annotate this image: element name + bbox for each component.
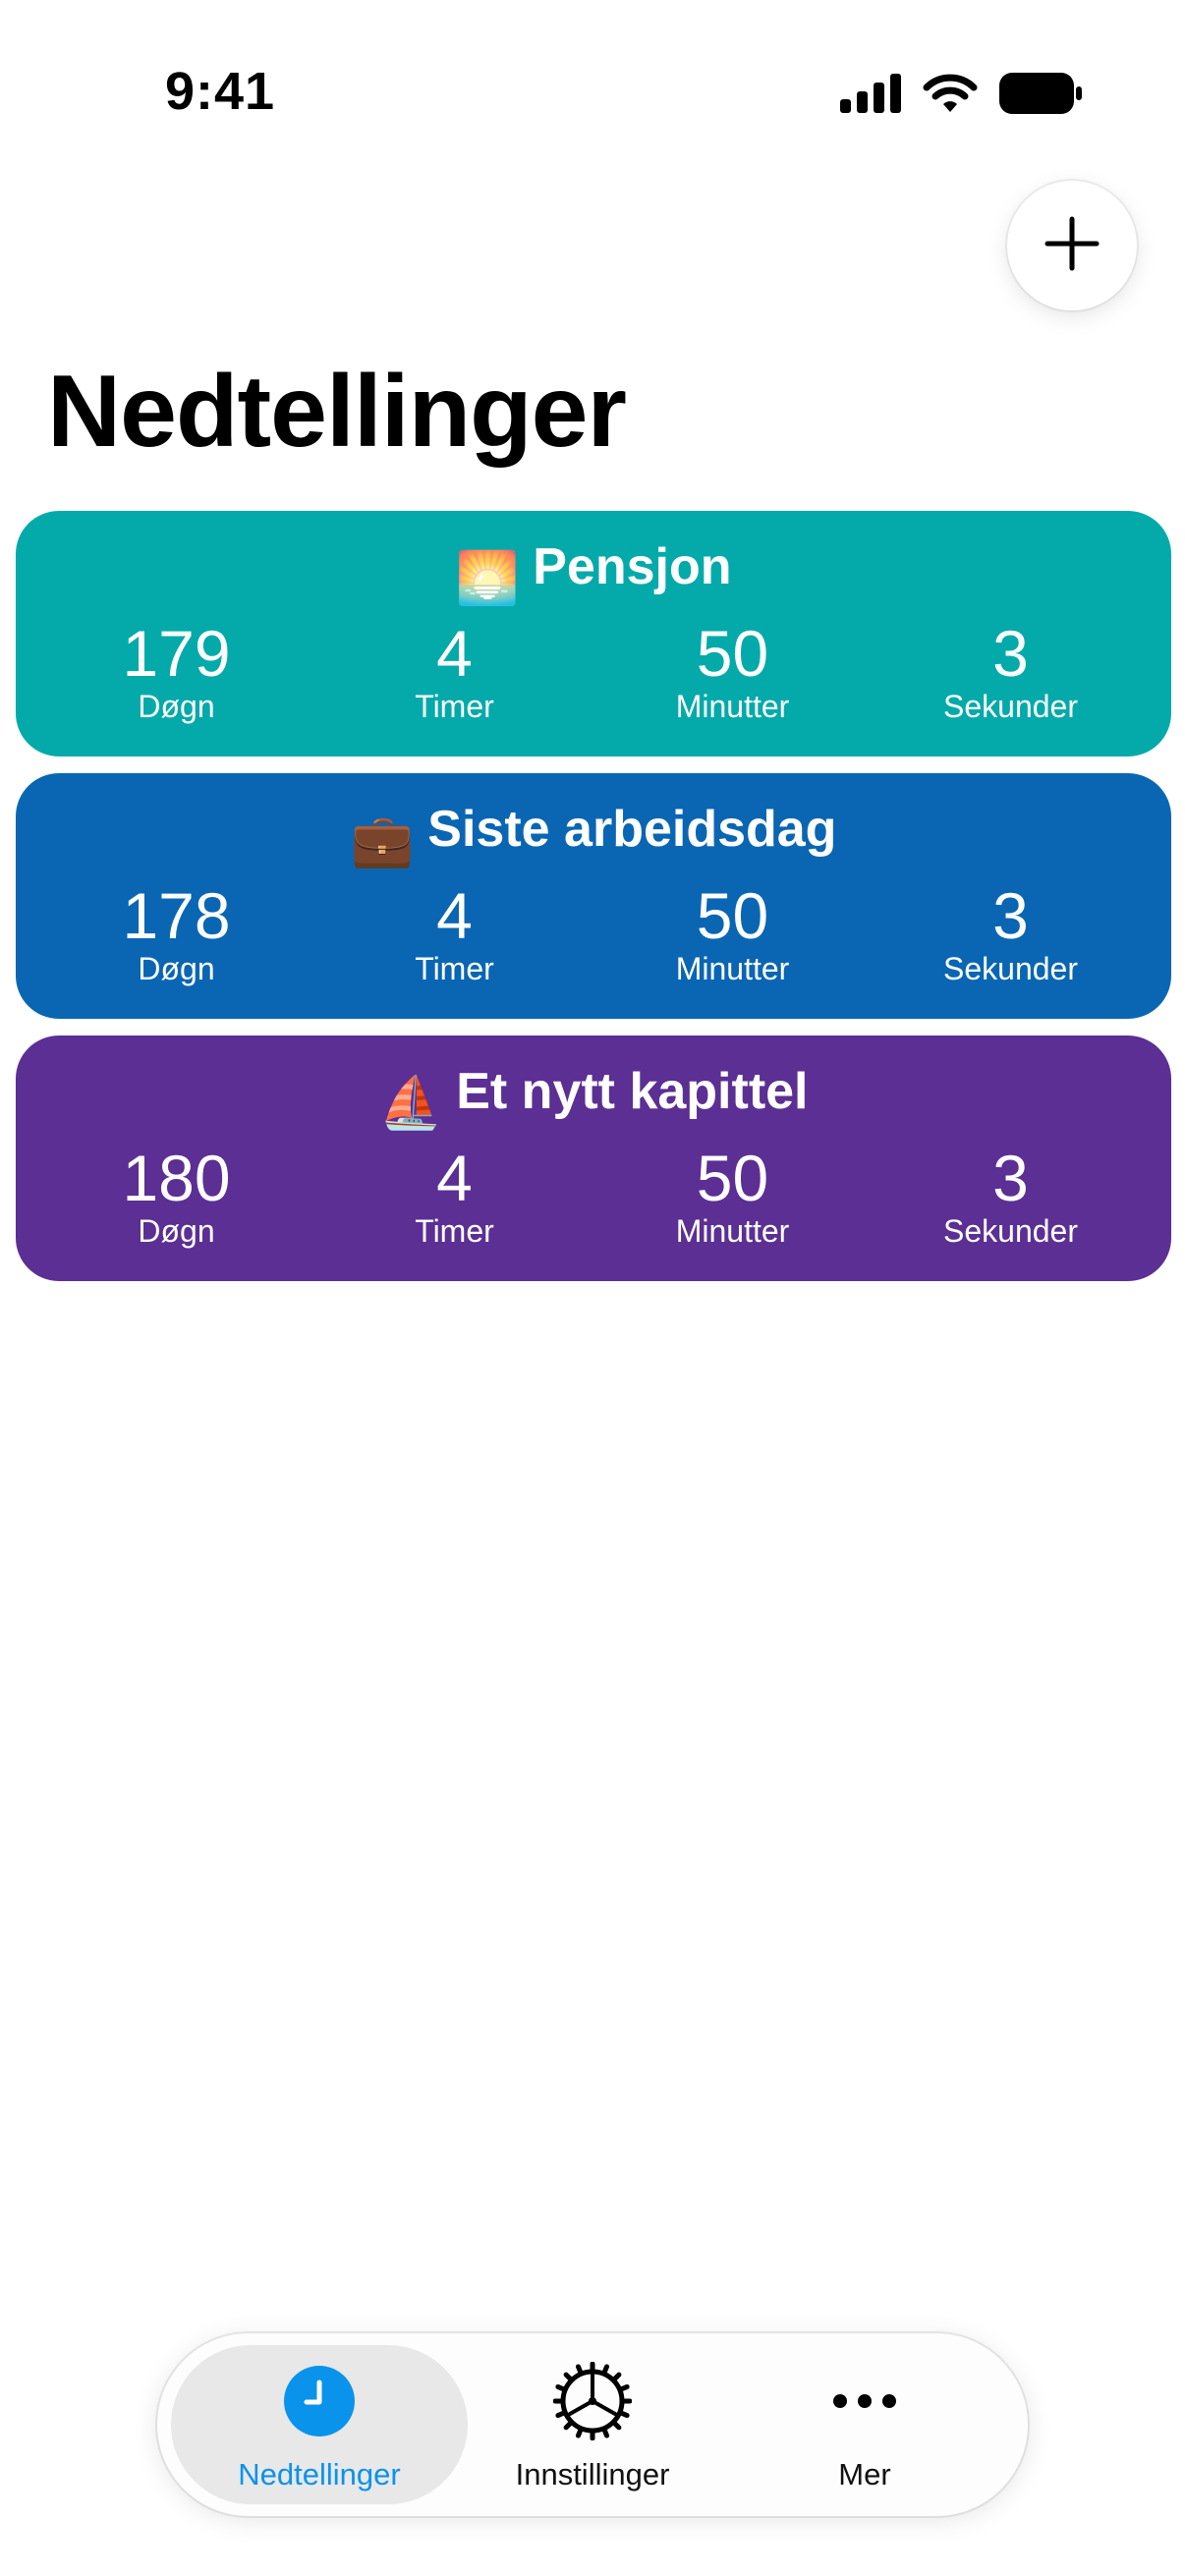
unit-value: 178 [122,879,231,952]
unit-hours: 4 Timer [315,1142,593,1252]
sailboat-icon: ⛵ [378,1075,443,1132]
sunrise-icon: 🌅 [455,550,520,607]
unit-label: Sekunder [943,1213,1078,1249]
unit-value: 3 [992,879,1029,952]
briefcase-icon: 💼 [350,812,415,869]
unit-value: 3 [992,1142,1029,1214]
unit-value: 4 [436,879,473,952]
unit-value: 50 [696,1142,769,1214]
countdown-title-text: Pensjon [533,538,732,595]
unit-label: Minutter [675,951,790,986]
unit-value: 180 [122,1142,231,1214]
plus-icon [1044,215,1100,277]
page-title: Nedtellinger [47,355,627,469]
countdown-card-pensjon[interactable]: 🌅 Pensjon 179 Døgn 4 Timer 50 Minutter 3 … [16,511,1171,756]
unit-value: 50 [696,879,769,952]
status-icons [840,73,1082,119]
add-countdown-button[interactable] [1007,181,1137,310]
unit-label: Sekunder [943,689,1078,724]
unit-days: 179 Døgn [16,617,315,727]
unit-hours: 4 Timer [315,879,593,989]
unit-value: 179 [122,617,231,690]
unit-label: Døgn [138,689,215,724]
tab-nedtellinger[interactable]: Nedtellinger [182,2363,457,2492]
tab-innstillinger[interactable]: Innstillinger [455,2362,730,2492]
unit-hours: 4 Timer [315,617,593,727]
tab-label: Mer [838,2457,891,2492]
countdown-units: 179 Døgn 4 Timer 50 Minutter 3 Sekunder [16,617,1171,727]
unit-value: 4 [436,617,473,690]
tab-bar: Nedtellinger Innstillinger Mer [157,2333,1028,2516]
countdown-card-et-nytt-kapittel[interactable]: ⛵ Et nytt kapittel 180 Døgn 4 Timer 50 Mi… [16,1036,1171,1281]
more-icon [727,2363,1002,2439]
countdown-title: ⛵ Et nytt kapittel [16,1059,1171,1136]
unit-seconds: 3 Sekunder [872,617,1171,727]
unit-seconds: 3 Sekunder [872,1142,1171,1252]
unit-value: 4 [436,1142,473,1214]
gear-icon [455,2362,730,2440]
countdown-units: 180 Døgn 4 Timer 50 Minutter 3 Sekunder [16,1142,1171,1252]
unit-label: Sekunder [943,951,1078,986]
unit-days: 178 Døgn [16,879,315,989]
unit-label: Døgn [138,1213,215,1249]
countdown-list: 🌅 Pensjon 179 Døgn 4 Timer 50 Minutter 3 … [16,511,1171,1298]
countdown-title-text: Siste arbeidsdag [427,801,837,858]
unit-label: Minutter [675,689,790,724]
countdown-title: 🌅 Pensjon [16,534,1171,611]
countdown-units: 178 Døgn 4 Timer 50 Minutter 3 Sekunder [16,879,1171,989]
unit-label: Timer [415,1213,494,1249]
unit-label: Timer [415,689,494,724]
unit-label: Minutter [675,1213,790,1249]
unit-minutes: 50 Minutter [593,617,872,727]
countdown-card-siste-arbeidsdag[interactable]: 💼 Siste arbeidsdag 178 Døgn 4 Timer 50 Mi… [16,773,1171,1019]
status-time: 9:41 [165,62,276,121]
countdown-title: 💼 Siste arbeidsdag [16,797,1171,873]
status-bar: 9:41 [0,0,1185,187]
tab-label: Innstillinger [515,2457,670,2492]
battery-icon [999,73,1082,119]
tab-mer[interactable]: Mer [727,2363,1002,2492]
cellular-signal-icon [840,74,901,118]
wifi-icon [923,73,978,119]
unit-label: Timer [415,951,494,986]
clock-icon [182,2363,457,2439]
unit-seconds: 3 Sekunder [872,879,1171,989]
unit-minutes: 50 Minutter [593,879,872,989]
countdown-title-text: Et nytt kapittel [456,1063,809,1120]
unit-minutes: 50 Minutter [593,1142,872,1252]
unit-label: Døgn [138,951,215,986]
unit-days: 180 Døgn [16,1142,315,1252]
unit-value: 50 [696,617,769,690]
tab-label: Nedtellinger [238,2457,401,2492]
unit-value: 3 [992,617,1029,690]
